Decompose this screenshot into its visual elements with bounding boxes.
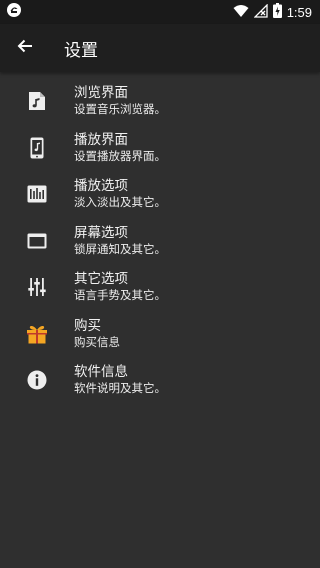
settings-item-screen-options[interactable]: 屏幕选项 锁屏通知及其它。 xyxy=(0,218,320,265)
app-bar: 设置 xyxy=(0,24,320,72)
settings-item-title: 播放选项 xyxy=(74,178,128,195)
page-title: 设置 xyxy=(64,40,98,61)
settings-item-player-ui[interactable]: 播放界面 设置播放器界面。 xyxy=(0,125,320,172)
back-button[interactable] xyxy=(0,24,50,72)
equalizer-icon xyxy=(0,185,74,203)
signal-off-icon xyxy=(253,2,268,22)
settings-item-title: 播放界面 xyxy=(74,131,128,148)
settings-item-playback-options[interactable]: 播放选项 淡入淡出及其它。 xyxy=(0,171,320,218)
status-time: 1:59 xyxy=(286,4,312,20)
settings-item-title: 浏览界面 xyxy=(74,85,128,102)
gift-icon xyxy=(0,324,74,344)
settings-item-subtitle: 语言手势及其它。 xyxy=(74,288,166,303)
settings-item-subtitle: 设置播放器界面。 xyxy=(74,148,166,163)
tune-icon xyxy=(0,277,74,297)
phone-music-icon xyxy=(0,137,74,159)
settings-item-subtitle: 设置音乐浏览器。 xyxy=(74,102,166,117)
settings-item-title: 购买 xyxy=(74,317,101,334)
settings-item-title: 软件信息 xyxy=(74,364,128,381)
battery-charging-icon xyxy=(272,2,282,22)
wifi-icon xyxy=(233,3,249,22)
settings-item-subtitle: 购买信息 xyxy=(74,334,120,349)
settings-item-purchase[interactable]: 购买 购买信息 xyxy=(0,311,320,358)
info-icon xyxy=(0,370,74,390)
music-file-icon xyxy=(0,91,74,111)
settings-item-subtitle: 软件说明及其它。 xyxy=(74,381,166,396)
settings-list: 浏览界面 设置音乐浏览器。 播放界面 设置播放器界面。 播放选项 淡入淡出及其它… xyxy=(0,72,320,404)
status-bar: 1:59 xyxy=(0,0,320,24)
settings-item-software-info[interactable]: 软件信息 软件说明及其它。 xyxy=(0,357,320,404)
settings-item-other-options[interactable]: 其它选项 语言手势及其它。 xyxy=(0,264,320,311)
settings-item-browse-ui[interactable]: 浏览界面 设置音乐浏览器。 xyxy=(0,78,320,125)
settings-item-title: 屏幕选项 xyxy=(74,224,128,241)
app-notification-icon xyxy=(6,2,22,22)
settings-item-subtitle: 淡入淡出及其它。 xyxy=(74,195,166,210)
arrow-back-icon xyxy=(16,37,34,59)
screen-icon xyxy=(0,233,74,249)
settings-item-title: 其它选项 xyxy=(74,271,128,288)
settings-item-subtitle: 锁屏通知及其它。 xyxy=(74,241,166,256)
